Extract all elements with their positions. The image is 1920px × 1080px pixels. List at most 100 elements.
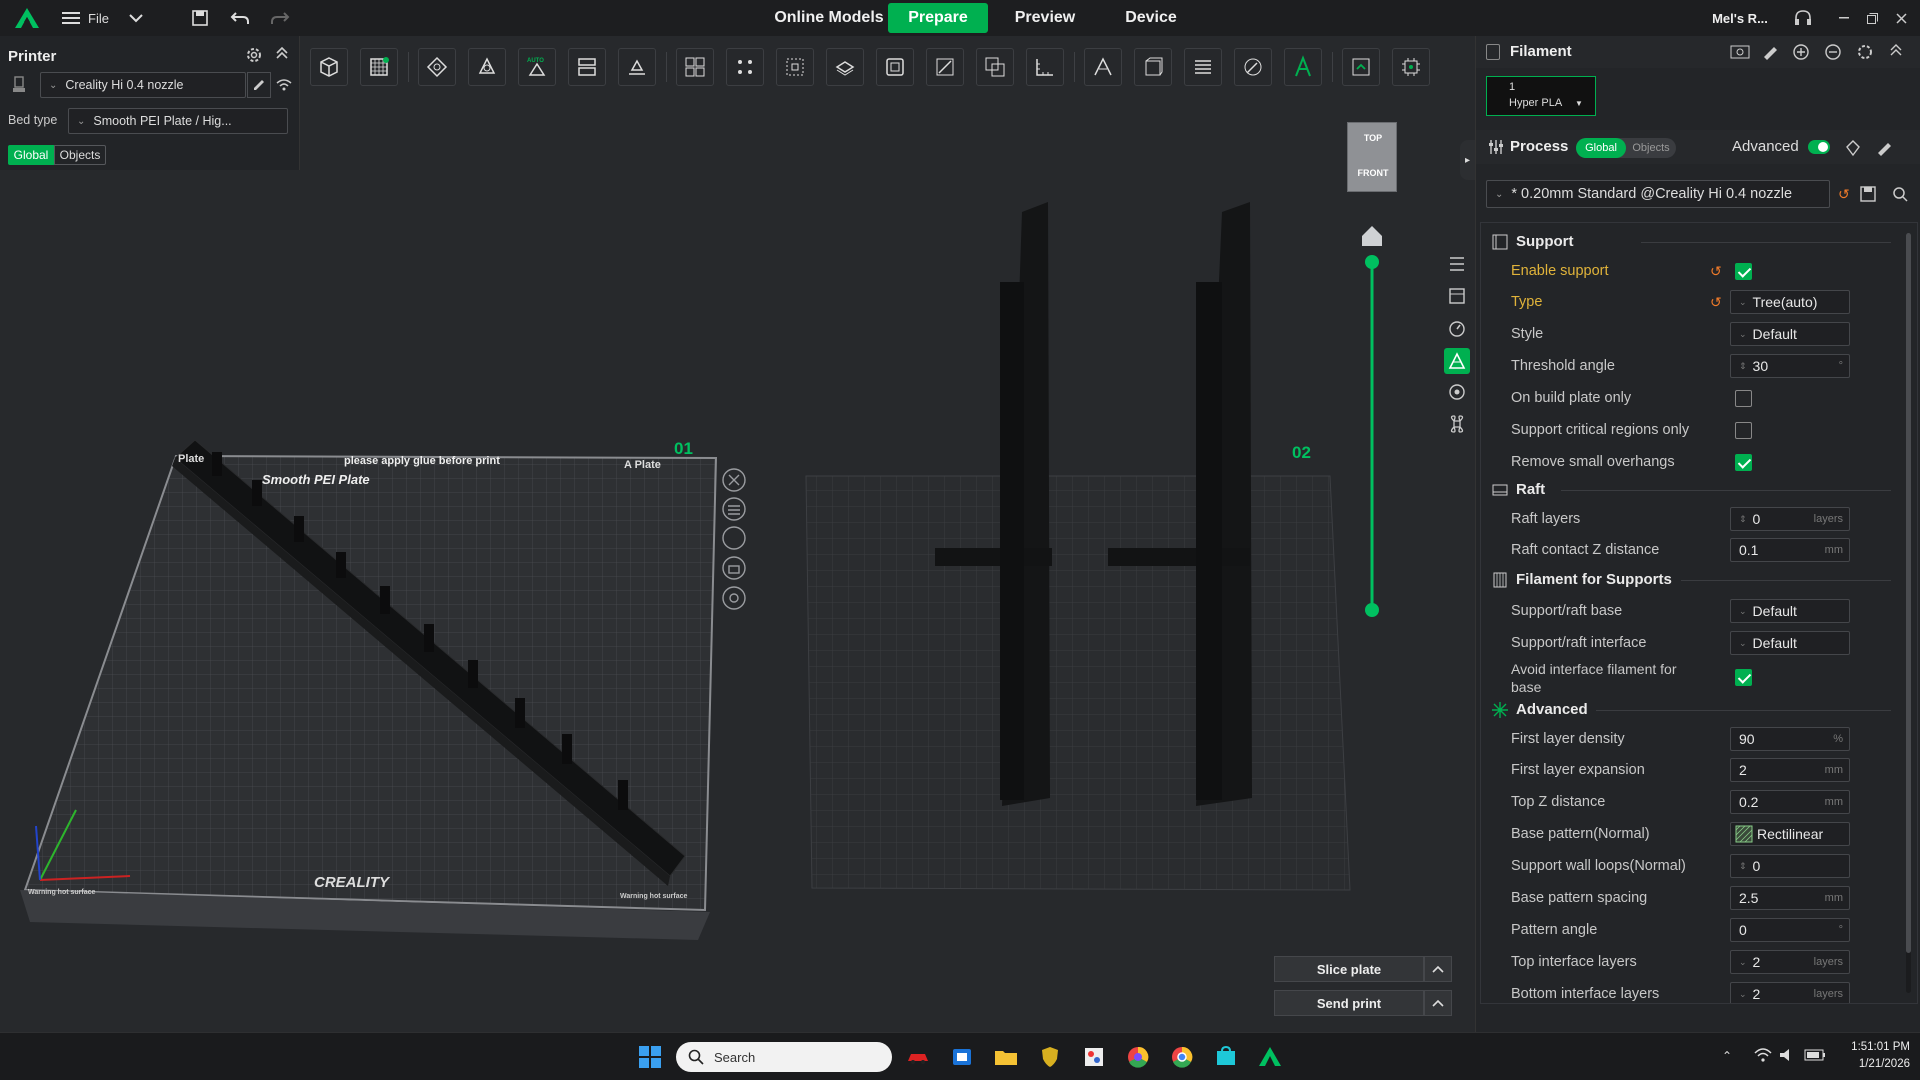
pattern-spacing-input[interactable]: 2.5 mm bbox=[1730, 886, 1850, 910]
auto-orient-icon[interactable] bbox=[468, 48, 506, 86]
scope-global-toggle[interactable]: Global bbox=[8, 145, 54, 165]
top-interface-input[interactable]: ⌄ 2 layers bbox=[1730, 950, 1850, 974]
process-preset-select[interactable]: ⌄ * 0.20mm Standard @Creality Hi 0.4 nozz… bbox=[1486, 180, 1830, 208]
color-paint-icon[interactable] bbox=[1234, 48, 1272, 86]
printer-select[interactable]: ⌄ Creality Hi 0.4 nozzle bbox=[40, 72, 246, 98]
raft-z-input[interactable]: 0.1 mm bbox=[1730, 538, 1850, 562]
file-menu[interactable]: File bbox=[88, 0, 114, 36]
send-print-button[interactable]: Send print bbox=[1274, 990, 1424, 1016]
collapse-icon[interactable] bbox=[276, 46, 288, 63]
build-plate-02[interactable] bbox=[805, 202, 1351, 891]
section-raft[interactable]: Raft bbox=[1481, 477, 1901, 503]
first-expansion-input[interactable]: 2 mm bbox=[1730, 758, 1850, 782]
remove-overhangs-checkbox[interactable] bbox=[1735, 454, 1752, 471]
save-icon[interactable] bbox=[182, 0, 218, 36]
avoid-interface-checkbox[interactable] bbox=[1735, 669, 1752, 686]
filament-edit-icon[interactable] bbox=[1762, 43, 1780, 64]
support-tab-icon[interactable] bbox=[1444, 348, 1470, 374]
fuzzy-skin-icon[interactable] bbox=[1134, 48, 1172, 86]
outlook-icon[interactable] bbox=[948, 1043, 976, 1071]
bottom-interface-input[interactable]: ⌄ 2 layers bbox=[1730, 982, 1850, 1003]
taskbar-time[interactable]: 1:51:01 PM bbox=[1830, 1041, 1910, 1053]
edit-process-icon[interactable] bbox=[1876, 139, 1894, 160]
redo-icon[interactable] bbox=[262, 0, 298, 36]
speed-icon[interactable] bbox=[1445, 316, 1469, 340]
account-name[interactable]: Mel's R... bbox=[1700, 0, 1780, 36]
pattern-angle-input[interactable]: 0 ° bbox=[1730, 918, 1850, 942]
enable-support-checkbox[interactable] bbox=[1735, 263, 1752, 280]
hollow-icon[interactable] bbox=[876, 48, 914, 86]
shortcut-icon[interactable] bbox=[1445, 412, 1469, 436]
multi-device-icon[interactable] bbox=[1392, 48, 1430, 86]
panel-toggle-icon[interactable]: ▸ bbox=[1460, 140, 1475, 180]
on-build-plate-checkbox[interactable] bbox=[1735, 390, 1752, 407]
scale-icon[interactable] bbox=[776, 48, 814, 86]
first-density-input[interactable]: 90% bbox=[1730, 727, 1850, 751]
add-object-icon[interactable] bbox=[310, 48, 348, 86]
split-objects-icon[interactable] bbox=[676, 48, 714, 86]
split-parts-icon[interactable] bbox=[726, 48, 764, 86]
chrome-icon[interactable] bbox=[1168, 1043, 1196, 1071]
tray-chevron-icon[interactable]: ⌃ bbox=[1722, 1049, 1732, 1063]
view-cube[interactable]: TOP FRONT bbox=[1347, 122, 1397, 192]
settings-scroll-thumb[interactable] bbox=[1906, 233, 1911, 953]
section-filament-supports[interactable]: Filament for Supports bbox=[1481, 567, 1901, 593]
build-plate-01[interactable] bbox=[20, 439, 718, 940]
boolean-icon[interactable] bbox=[976, 48, 1014, 86]
restore-icon[interactable] bbox=[1860, 0, 1884, 36]
filament-collapse-icon[interactable] bbox=[1890, 43, 1902, 60]
auto-arrange-icon[interactable]: AUTO bbox=[518, 48, 556, 86]
preset-reset-icon[interactable]: ↺ bbox=[1838, 186, 1850, 203]
advanced-toggle[interactable] bbox=[1808, 140, 1830, 154]
base-pattern-select[interactable]: Rectilinear bbox=[1730, 822, 1850, 846]
menu-icon[interactable] bbox=[54, 0, 88, 36]
text-tool-icon[interactable] bbox=[1284, 48, 1322, 86]
assembly-view-icon[interactable] bbox=[1342, 48, 1380, 86]
objects-list-icon[interactable] bbox=[1445, 252, 1469, 276]
variable-layer-icon[interactable] bbox=[1184, 48, 1222, 86]
tab-preview[interactable]: Preview bbox=[1000, 3, 1090, 33]
taskbar-date[interactable]: 1/21/2026 bbox=[1830, 1058, 1910, 1070]
filament-slot-chevron-icon[interactable]: ▼ bbox=[1575, 99, 1583, 108]
undo-icon[interactable] bbox=[218, 0, 262, 36]
tab-device[interactable]: Device bbox=[1106, 3, 1196, 33]
close-icon[interactable] bbox=[1888, 0, 1914, 36]
plate-01-label[interactable]: 01 bbox=[674, 439, 693, 458]
send-options-icon[interactable] bbox=[1424, 990, 1452, 1016]
wifi-icon[interactable] bbox=[276, 78, 292, 94]
bed-type-select[interactable]: ⌄ Smooth PEI Plate / Hig... bbox=[68, 108, 288, 134]
home-view-icon[interactable] bbox=[1362, 226, 1382, 246]
slice-plate-button[interactable]: Slice plate bbox=[1274, 956, 1424, 982]
raft-base-select[interactable]: ⌄ Default bbox=[1730, 599, 1850, 623]
plate-01-tools[interactable] bbox=[722, 468, 746, 610]
process-scope-objects[interactable]: Objects bbox=[1626, 138, 1676, 158]
shield-app-icon[interactable] bbox=[1036, 1043, 1064, 1071]
search-settings-icon[interactable] bbox=[1892, 186, 1908, 205]
section-advanced[interactable]: Advanced bbox=[1481, 697, 1901, 723]
chrome-profile-icon[interactable] bbox=[1124, 1043, 1152, 1071]
battery-icon[interactable] bbox=[1804, 1048, 1826, 1065]
3d-viewport[interactable]: Plate please apply glue before print A P… bbox=[0, 122, 1475, 1032]
scene-canvas[interactable]: Plate please apply glue before print A P… bbox=[0, 170, 1475, 1032]
tab-prepare[interactable]: Prepare bbox=[888, 3, 988, 33]
seam-icon[interactable] bbox=[1084, 48, 1122, 86]
compare-icon[interactable] bbox=[1844, 139, 1862, 160]
layer-slider[interactable] bbox=[1365, 255, 1379, 617]
windows-start-icon[interactable] bbox=[636, 1043, 664, 1071]
chevron-down-icon[interactable] bbox=[114, 0, 158, 36]
raft-layers-input[interactable]: ⇕ 0 layers bbox=[1730, 507, 1850, 531]
measure-icon[interactable] bbox=[1026, 48, 1064, 86]
scope-objects-toggle[interactable]: Objects bbox=[54, 145, 106, 165]
wall-loops-input[interactable]: ⇕ 0 bbox=[1730, 854, 1850, 878]
cut-icon[interactable] bbox=[826, 48, 864, 86]
view-cube-front[interactable]: FRONT bbox=[1348, 168, 1398, 178]
style-select[interactable]: ⌄ Default bbox=[1730, 322, 1850, 346]
enable-support-reset-icon[interactable]: ↺ bbox=[1710, 263, 1722, 280]
section-support[interactable]: Support bbox=[1481, 229, 1901, 255]
filament-sync-icon[interactable] bbox=[1730, 43, 1750, 64]
volume-icon[interactable] bbox=[1778, 1047, 1796, 1066]
settings-gear-icon[interactable] bbox=[245, 46, 263, 67]
creality-print-taskbar-icon[interactable] bbox=[1256, 1043, 1284, 1071]
settings-scroll-area[interactable]: Support Enable support ↺ Type ↺ ⌄ Tree(au… bbox=[1480, 222, 1918, 1004]
taskbar-search[interactable]: Search bbox=[676, 1042, 892, 1072]
